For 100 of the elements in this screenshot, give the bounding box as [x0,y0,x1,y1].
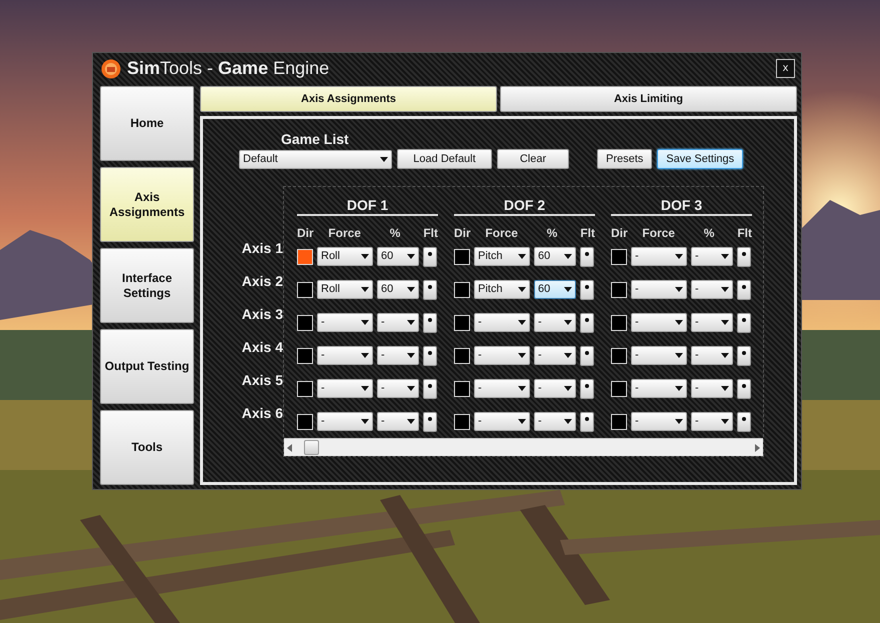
percent-dropdown[interactable]: - [534,379,576,398]
sidebar-button[interactable]: Home [100,86,194,161]
caret-icon [721,353,729,358]
sidebar-button[interactable]: Output Testing [100,329,194,404]
close-button[interactable]: x [776,59,795,78]
caret-icon [407,320,415,325]
action-button[interactable]: Presets [597,149,652,169]
force-dropdown[interactable]: - [631,346,687,365]
force-dropdown[interactable]: - [631,280,687,299]
column-header: Flt [422,225,438,240]
filter-button[interactable] [423,312,437,332]
filter-button[interactable] [423,246,437,266]
filter-button[interactable] [580,312,594,332]
dot-icon [428,384,432,388]
percent-dropdown[interactable]: 60 [377,247,419,266]
dof-heading: DOF 2 [454,197,595,216]
force-dropdown[interactable]: - [474,379,530,398]
action-button[interactable]: Save Settings [657,149,744,169]
force-dropdown[interactable]: - [474,412,530,431]
sidebar-button[interactable]: Interface Settings [100,248,194,323]
percent-dropdown[interactable]: - [691,379,733,398]
percent-dropdown[interactable]: - [377,346,419,365]
filter-button[interactable] [423,378,437,398]
scrollbar-thumb[interactable] [304,440,319,455]
percent-dropdown[interactable]: - [377,379,419,398]
scroll-right-icon[interactable] [755,444,760,452]
percent-dropdown[interactable]: 60 [534,280,576,299]
direction-checkbox[interactable] [454,348,470,364]
scroll-left-icon[interactable] [287,444,292,452]
force-dropdown[interactable]: - [317,379,373,398]
filter-button[interactable] [580,246,594,266]
percent-dropdown[interactable]: - [534,313,576,332]
direction-checkbox[interactable] [454,380,470,396]
force-dropdown[interactable]: - [317,313,373,332]
action-button[interactable]: Load Default [397,149,492,169]
sidebar-button[interactable]: Axis Assignments [100,167,194,242]
percent-dropdown[interactable]: - [691,280,733,299]
force-dropdown[interactable]: - [631,247,687,266]
force-dropdown[interactable]: - [631,412,687,431]
force-dropdown[interactable]: Pitch [474,247,530,266]
force-dropdown[interactable]: - [631,313,687,332]
filter-button[interactable] [423,280,437,300]
filter-button[interactable] [737,412,751,432]
direction-checkbox[interactable] [297,314,313,330]
filter-button[interactable] [580,412,594,432]
percent-dropdown[interactable]: - [691,346,733,365]
force-dropdown[interactable]: Roll [317,280,373,299]
column-header: Force [484,225,519,240]
filter-button[interactable] [737,378,751,398]
force-dropdown[interactable]: Pitch [474,280,530,299]
filter-button[interactable] [580,378,594,398]
force-dropdown[interactable]: - [317,412,373,431]
direction-checkbox[interactable] [611,380,627,396]
direction-checkbox[interactable] [297,248,313,264]
direction-checkbox[interactable] [611,348,627,364]
percent-dropdown[interactable]: - [377,412,419,431]
filter-button[interactable] [423,346,437,366]
direction-checkbox[interactable] [611,314,627,330]
filter-button[interactable] [737,346,751,366]
percent-dropdown[interactable]: - [534,346,576,365]
direction-checkbox[interactable] [297,348,313,364]
sidebar-button[interactable]: Tools [100,410,194,485]
filter-button[interactable] [737,246,751,266]
filter-button[interactable] [580,280,594,300]
force-dropdown[interactable]: - [474,313,530,332]
percent-dropdown[interactable]: - [691,412,733,431]
tab[interactable]: Axis Limiting [500,86,797,112]
direction-checkbox[interactable] [454,414,470,430]
force-dropdown[interactable]: - [631,379,687,398]
direction-checkbox[interactable] [297,282,313,298]
direction-checkbox[interactable] [611,248,627,264]
tab[interactable]: Axis Assignments [200,86,497,112]
percent-dropdown[interactable]: - [377,313,419,332]
direction-checkbox[interactable] [611,414,627,430]
direction-checkbox[interactable] [297,414,313,430]
force-dropdown[interactable]: - [317,346,373,365]
percent-dropdown[interactable]: 60 [534,247,576,266]
percent-dropdown[interactable]: - [691,313,733,332]
caret-icon [361,353,369,358]
action-button[interactable]: Clear [497,149,569,169]
percent-dropdown[interactable]: 60 [377,280,419,299]
direction-checkbox[interactable] [297,380,313,396]
percent-dropdown[interactable]: - [534,412,576,431]
direction-checkbox[interactable] [611,282,627,298]
filter-button[interactable] [423,412,437,432]
caret-icon [361,254,369,259]
caret-icon [518,419,526,424]
force-dropdown[interactable]: - [474,346,530,365]
percent-dropdown[interactable]: - [691,247,733,266]
caret-icon [675,320,683,325]
force-dropdown[interactable]: Roll [317,247,373,266]
direction-checkbox[interactable] [454,282,470,298]
game-dropdown[interactable]: Default [239,150,392,168]
direction-checkbox[interactable] [454,248,470,264]
filter-button[interactable] [737,280,751,300]
direction-checkbox[interactable] [454,314,470,330]
filter-button[interactable] [737,312,751,332]
caret-icon [675,287,683,292]
filter-button[interactable] [580,346,594,366]
horizontal-scrollbar[interactable] [284,438,763,456]
